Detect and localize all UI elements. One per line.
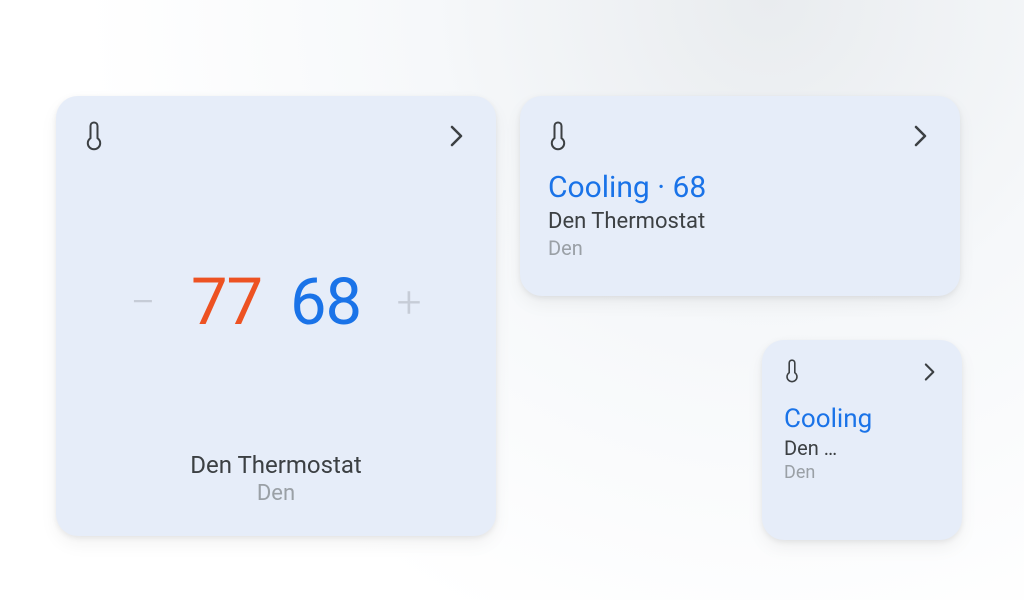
status-line: Cooling · 68 [548, 170, 932, 205]
chevron-right-icon[interactable] [910, 120, 932, 152]
decrease-temp-button[interactable]: − [123, 280, 163, 324]
thermostat-card-medium[interactable]: Cooling · 68 Den Thermostat Den [520, 96, 960, 296]
device-name: Den Thermostat [548, 209, 932, 234]
chevron-right-icon[interactable] [446, 120, 468, 152]
device-name: Den … [784, 436, 940, 460]
thermometer-icon [784, 358, 800, 384]
heat-setpoint: 77 [191, 264, 262, 340]
room-name: Den [84, 481, 468, 506]
setpoint-row: − 77 68 + [84, 162, 468, 441]
room-name: Den [784, 462, 940, 483]
thermostat-card-large[interactable]: − 77 68 + Den Thermostat Den [56, 96, 496, 536]
thermostat-card-small[interactable]: Cooling Den … Den [762, 340, 962, 540]
cool-setpoint: 68 [290, 264, 361, 340]
status-line: Cooling [784, 404, 940, 434]
increase-temp-button[interactable]: + [389, 280, 429, 324]
room-name: Den [548, 236, 932, 260]
device-name: Den Thermostat [84, 451, 468, 479]
thermometer-icon [548, 120, 568, 152]
chevron-right-icon[interactable] [920, 358, 940, 386]
thermometer-icon [84, 120, 104, 152]
